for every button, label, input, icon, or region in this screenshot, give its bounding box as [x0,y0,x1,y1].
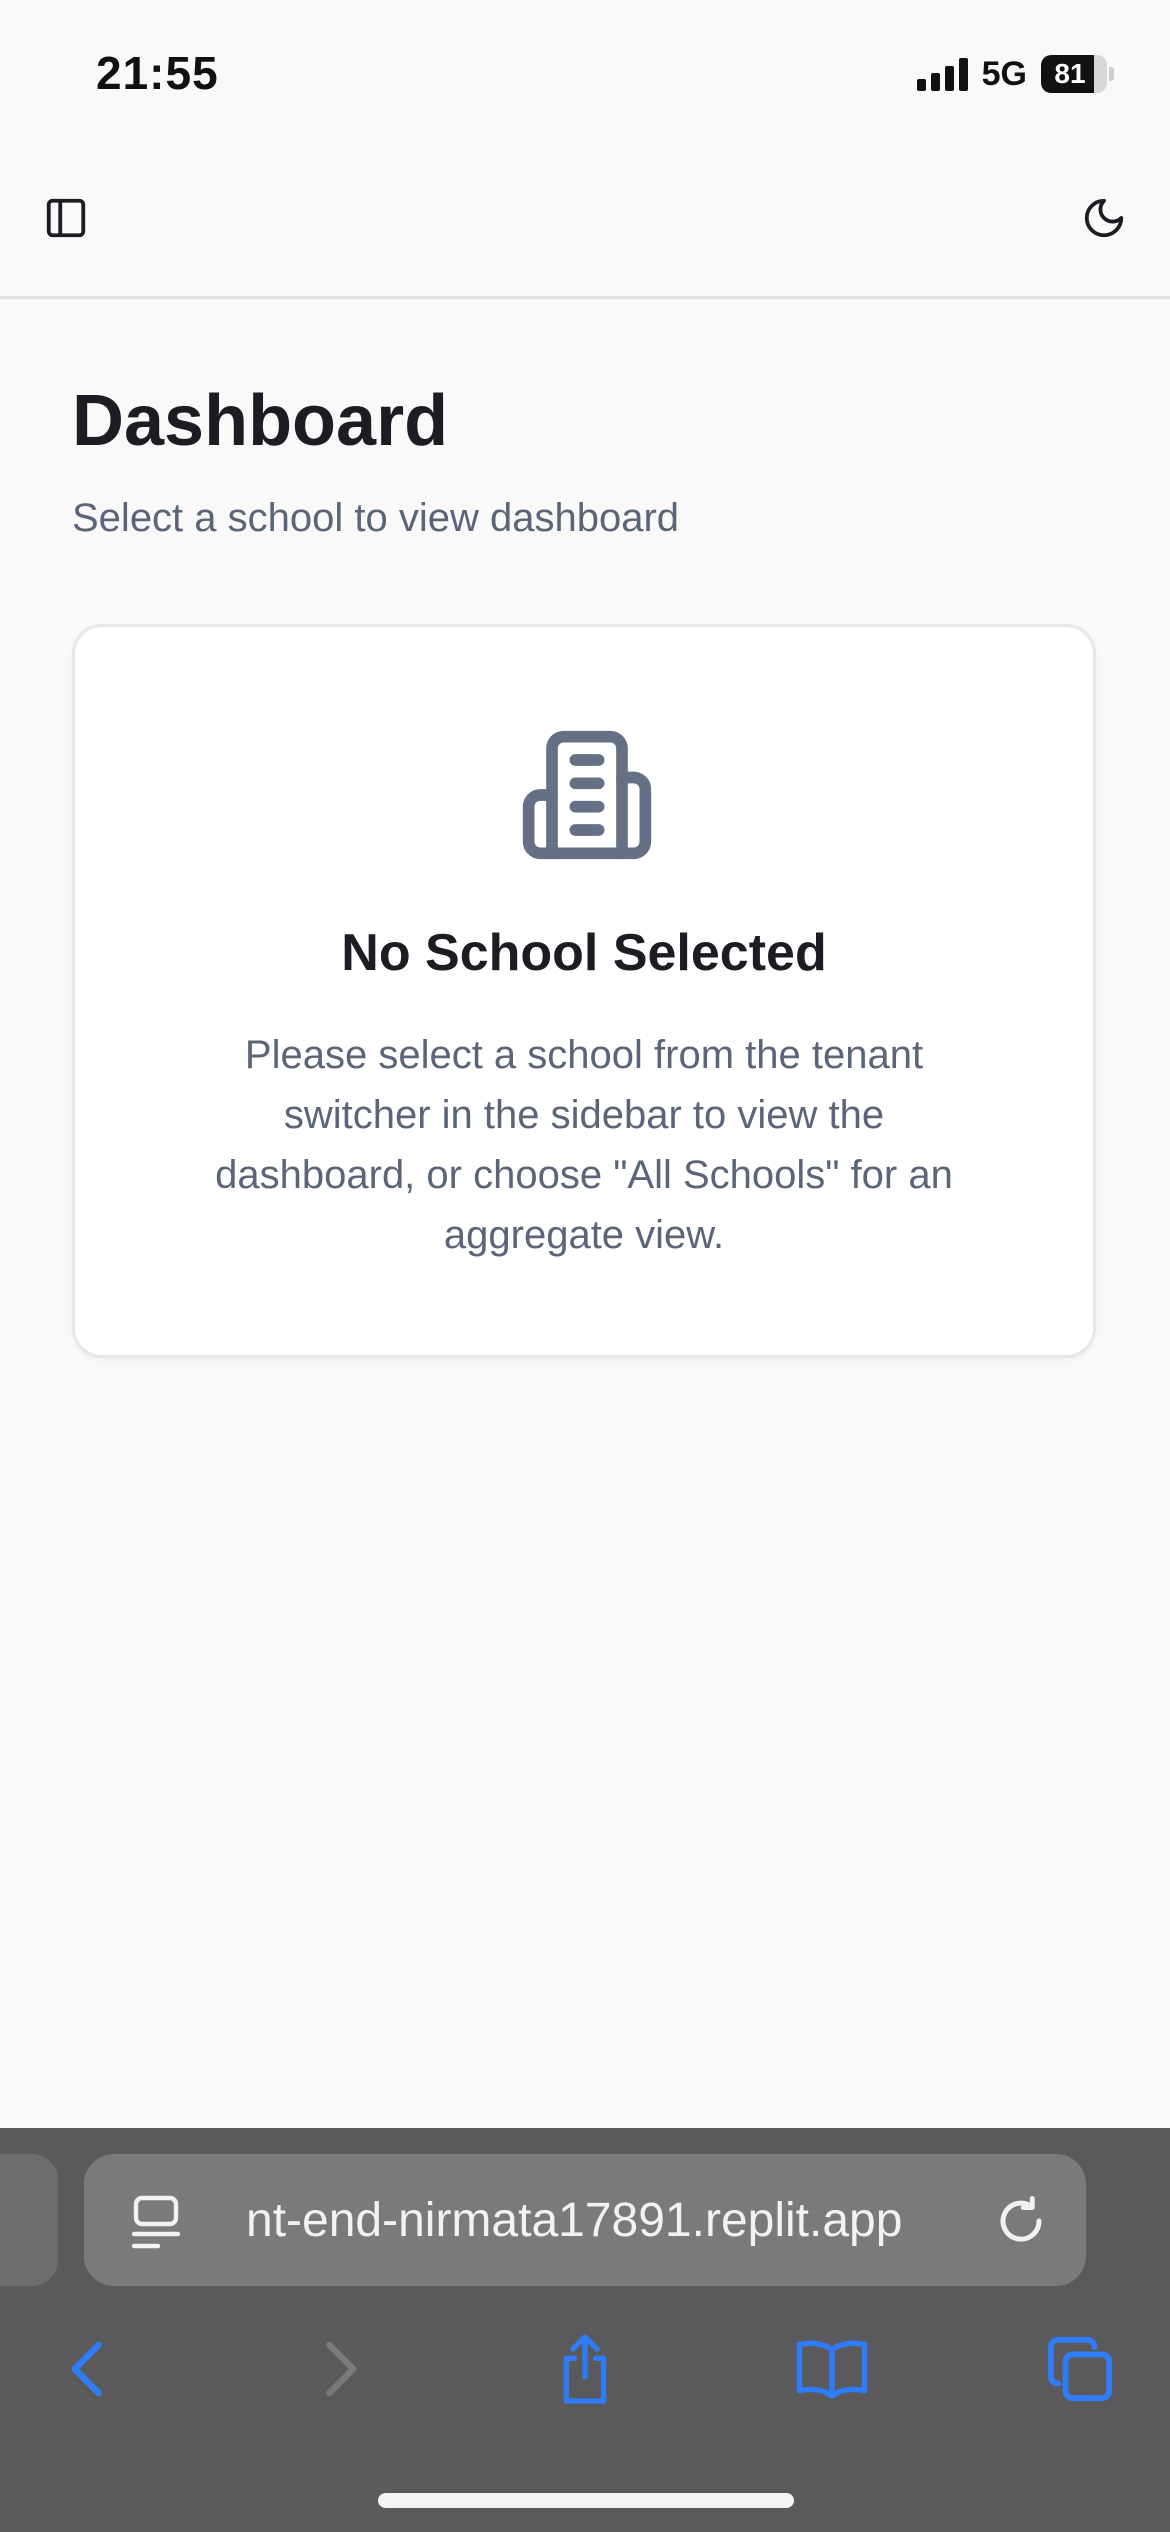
battery-percent: 81 [1054,58,1086,89]
tabs-button[interactable] [1030,2314,1130,2424]
browser-toolbar [0,2314,1170,2434]
back-button[interactable] [38,2314,138,2424]
share-button[interactable] [535,2314,635,2424]
moon-icon [1084,198,1124,238]
empty-state-card: No School Selected Please select a schoo… [72,624,1096,1358]
address-bar[interactable]: nt-end-nirmata17891.replit.app [84,2154,1086,2286]
chevron-right-icon [326,2341,357,2397]
sidebar-toggle-button[interactable] [30,182,102,254]
previous-tab-stub[interactable] [0,2154,58,2286]
empty-state-title: No School Selected [341,924,827,982]
empty-state-message: Please select a school from the tenant s… [215,1033,953,1257]
cellular-signal-icon [916,57,968,91]
status-bar: 21:55 5G 81 [0,0,1170,150]
app-header [0,150,1170,299]
status-indicators: 5G 81 [916,52,1114,96]
url-text[interactable]: nt-end-nirmata17891.replit.app [246,2154,1026,2286]
status-time: 21:55 [96,47,219,99]
share-icon [563,2334,607,2404]
home-indicator[interactable] [378,2493,794,2508]
theme-toggle-button[interactable] [1068,182,1140,254]
book-icon [796,2340,868,2399]
battery-icon: 81 [1041,55,1107,93]
tabs-icon [1047,2336,1113,2402]
page-title: Dashboard [72,381,449,461]
page-subtitle: Select a school to view dashboard [72,496,680,540]
network-type: 5G [981,54,1027,93]
bookmarks-button[interactable] [782,2314,882,2424]
browser-chrome: nt-end-nirmata17891.replit.app [0,2128,1170,2532]
battery-tip [1109,67,1114,81]
sidebar-toggle-icon [46,198,86,238]
building-icon [522,730,652,860]
reload-icon[interactable] [994,2194,1048,2248]
forward-button[interactable] [290,2314,390,2424]
page-format-icon[interactable] [130,2194,182,2250]
chevron-left-icon [71,2341,102,2397]
